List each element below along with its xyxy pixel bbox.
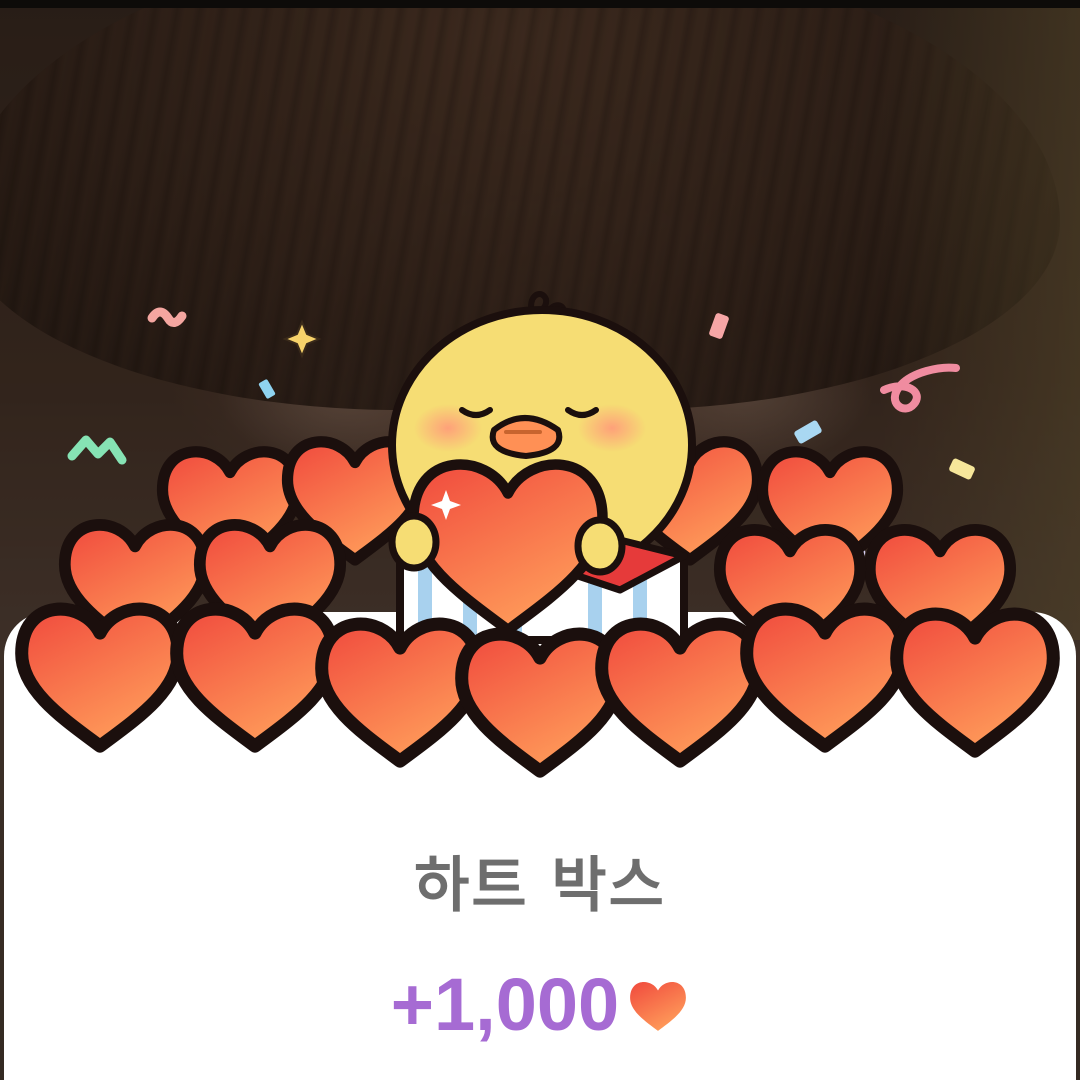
chick-paw-right bbox=[574, 516, 626, 576]
confetti-piece bbox=[949, 458, 975, 480]
heart-icon bbox=[177, 609, 334, 746]
confetti-curl bbox=[880, 363, 960, 413]
confetti-ribbon bbox=[147, 307, 187, 327]
reward-amount: +1,000 bbox=[390, 963, 620, 1046]
reward-title: 하트 박스 bbox=[414, 851, 666, 921]
heart-icon bbox=[897, 614, 1054, 751]
heart-icon bbox=[630, 981, 687, 1031]
heart-icon bbox=[462, 634, 619, 771]
heart-icon bbox=[747, 609, 904, 746]
confetti-piece bbox=[794, 420, 822, 444]
confetti-piece bbox=[709, 313, 729, 339]
chick-paw-left bbox=[388, 512, 440, 572]
confetti-squiggle bbox=[67, 435, 127, 465]
heart-icon bbox=[22, 609, 179, 746]
confetti-piece bbox=[258, 379, 276, 399]
heart-icon bbox=[322, 624, 479, 761]
status-bar-edge bbox=[0, 0, 1080, 8]
confetti-sparkle bbox=[282, 319, 322, 359]
reward-amount-row: +1,000 bbox=[0, 960, 1080, 1050]
heart-icon bbox=[602, 624, 759, 761]
heart-box-illustration bbox=[0, 291, 1080, 800]
heart-box-reward-screen: 하트 박스 +1,000 bbox=[0, 0, 1080, 1080]
